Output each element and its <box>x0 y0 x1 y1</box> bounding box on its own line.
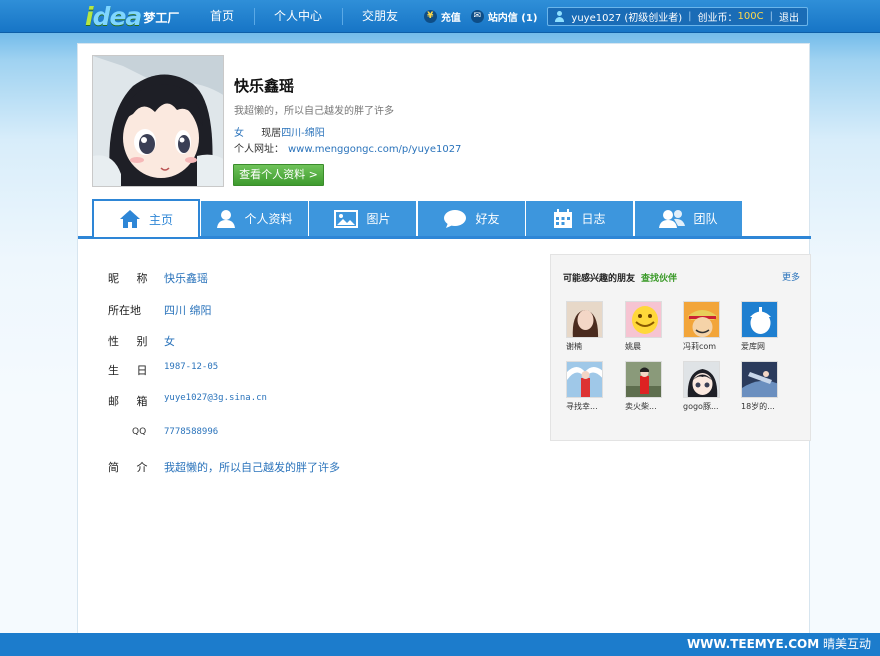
gender-value: 女 <box>234 128 244 139</box>
nav-home[interactable]: 首页 <box>190 0 254 33</box>
home-icon <box>119 210 140 228</box>
friend-item[interactable]: 冯莉com <box>683 301 733 352</box>
divider: | <box>769 11 773 22</box>
friend-item[interactable]: 爱库网 <box>741 301 791 352</box>
team-icon <box>659 209 686 228</box>
info-label: 简 介 <box>108 461 155 474</box>
info-label: 邮 箱 <box>108 395 155 408</box>
info-label: 所在地 <box>108 304 141 317</box>
friend-name: 18岁的... <box>741 402 775 411</box>
find-partner-link[interactable]: 查找伙伴 <box>641 271 677 284</box>
url-label: 个人网址： <box>234 144 284 155</box>
location-label: 现居 <box>261 128 282 139</box>
personal-url: 个人网址： www.menggongc.com/p/yuye1027 <box>234 140 461 155</box>
friend-item[interactable]: 姚晨 <box>625 301 675 352</box>
friend-photo <box>741 301 778 338</box>
tab-journal[interactable]: 日志 <box>526 201 633 236</box>
logo-wordmark: idea <box>85 2 142 31</box>
mail-icon: ✉ <box>470 10 484 23</box>
tab-pictures[interactable]: 图片 <box>309 201 416 236</box>
info-label: 昵 称 <box>108 272 155 285</box>
url-link[interactable]: www.menggongc.com/p/yuye1027 <box>288 144 461 155</box>
footer-site[interactable]: WWW.TEEMYE.COM <box>687 637 819 651</box>
info-value: 快乐鑫瑶 <box>164 272 208 285</box>
friend-name: 冯莉com <box>683 342 717 351</box>
friend-photo <box>566 361 603 398</box>
gender-location: 女 现居四川-绵阳 <box>234 124 325 139</box>
info-value: 女 <box>164 335 175 348</box>
view-profile-button[interactable]: 查看个人资料 > <box>233 164 324 186</box>
nav-make-friends[interactable]: 交朋友 <box>342 0 418 33</box>
profile-signature: 我超懒的，所以自己越发的胖了许多 <box>234 106 394 117</box>
yen-icon: ¥ <box>423 10 437 23</box>
coin-value: 100C <box>737 11 764 22</box>
user-icon <box>554 11 565 22</box>
username[interactable]: yuye1027 (初级创业者) <box>571 9 682 24</box>
info-value[interactable]: yuye1027@3g.sina.cn <box>164 393 267 403</box>
logout-link[interactable]: 退出 <box>779 9 799 24</box>
tab-friends[interactable]: 好友 <box>418 201 525 236</box>
footer-bar: WWW.TEEMYE.COM 晴美互动 <box>0 633 880 656</box>
user-icon <box>217 209 236 228</box>
tab-profile[interactable]: 个人资料 <box>201 201 308 236</box>
messages-link[interactable]: ✉ 站内信 (1) <box>470 9 538 24</box>
friend-photo <box>683 361 720 398</box>
friend-item[interactable]: 卖火柴... <box>625 361 675 412</box>
messages-label: 站内信 (1) <box>487 13 538 24</box>
info-label: QQ <box>132 427 147 437</box>
tab-label: 团队 <box>693 212 718 226</box>
picture-icon <box>334 209 359 228</box>
friend-item[interactable]: 18岁的... <box>741 361 791 412</box>
divider: | <box>688 11 692 22</box>
recharge-label: 充值 <box>440 13 461 24</box>
friend-photo <box>625 301 662 338</box>
user-box: yuye1027 (初级创业者) | 创业币： 100C | 退出 <box>547 7 808 26</box>
site-logo[interactable]: idea 梦工厂 <box>85 2 179 30</box>
recharge-link[interactable]: ¥ 充值 <box>423 9 461 24</box>
calendar-icon <box>554 208 573 228</box>
friend-photo <box>625 361 662 398</box>
friend-item[interactable]: 谢楠 <box>566 301 616 352</box>
info-label: 性 别 <box>108 335 155 348</box>
tab-label: 图片 <box>366 212 391 226</box>
tab-team[interactable]: 团队 <box>635 201 742 236</box>
avatar-illustration <box>93 56 223 186</box>
top-bar: idea 梦工厂 首页 个人中心 交朋友 ¥ 充值 ✉ 站内信 (1) yuye… <box>0 0 880 33</box>
tab-label: 日志 <box>581 212 606 226</box>
friend-photo <box>683 301 720 338</box>
tab-home[interactable]: 主页 <box>92 199 200 237</box>
footer-brand: 晴美互动 <box>822 637 871 651</box>
location-link[interactable]: 四川-绵阳 <box>281 128 325 139</box>
tab-label: 主页 <box>148 212 173 227</box>
info-value: 7778588996 <box>164 427 219 437</box>
friend-name: 姚晨 <box>625 342 641 351</box>
friends-title: 可能感兴趣的朋友 <box>563 274 636 284</box>
chat-icon <box>444 209 467 228</box>
logo-cn-text: 梦工厂 <box>143 11 180 25</box>
info-value: 1987-12-05 <box>164 362 219 372</box>
suggested-friends-box: 可能感兴趣的朋友 查找伙伴 更多 谢楠 姚晨 冯莉com 爱库网 寻找幸... … <box>550 254 811 441</box>
friend-name: 谢楠 <box>566 342 582 351</box>
profile-panel: 快乐鑫瑶 我超懒的，所以自己越发的胖了许多 女 现居四川-绵阳 个人网址： www… <box>77 43 811 638</box>
friend-name: gogo豚... <box>683 402 719 411</box>
friend-photo <box>741 361 778 398</box>
friend-name: 寻找幸... <box>566 402 598 411</box>
friend-item[interactable]: gogo豚... <box>683 361 733 412</box>
info-value: 我超懒的，所以自己越发的胖了许多 <box>164 461 340 474</box>
friend-name: 爱库网 <box>741 342 765 351</box>
tab-label: 好友 <box>475 212 500 226</box>
more-link[interactable]: 更多 <box>782 270 800 283</box>
friend-name: 卖火柴... <box>625 402 657 411</box>
top-actions: ¥ 充值 ✉ 站内信 (1) yuye1027 (初级创业者) | 创业币： 1… <box>423 7 808 26</box>
coin-label: 创业币： <box>697 13 738 24</box>
tab-label: 个人资料 <box>244 212 293 226</box>
info-label: 生 日 <box>108 364 155 377</box>
friend-photo <box>566 301 603 338</box>
friend-item[interactable]: 寻找幸... <box>566 361 616 412</box>
nav-personal-center[interactable]: 个人中心 <box>254 0 342 33</box>
info-value[interactable]: 四川 绵阳 <box>164 302 212 318</box>
avatar <box>92 55 224 187</box>
main-nav: 首页 个人中心 交朋友 <box>190 0 418 33</box>
profile-name: 快乐鑫瑶 <box>234 77 295 95</box>
